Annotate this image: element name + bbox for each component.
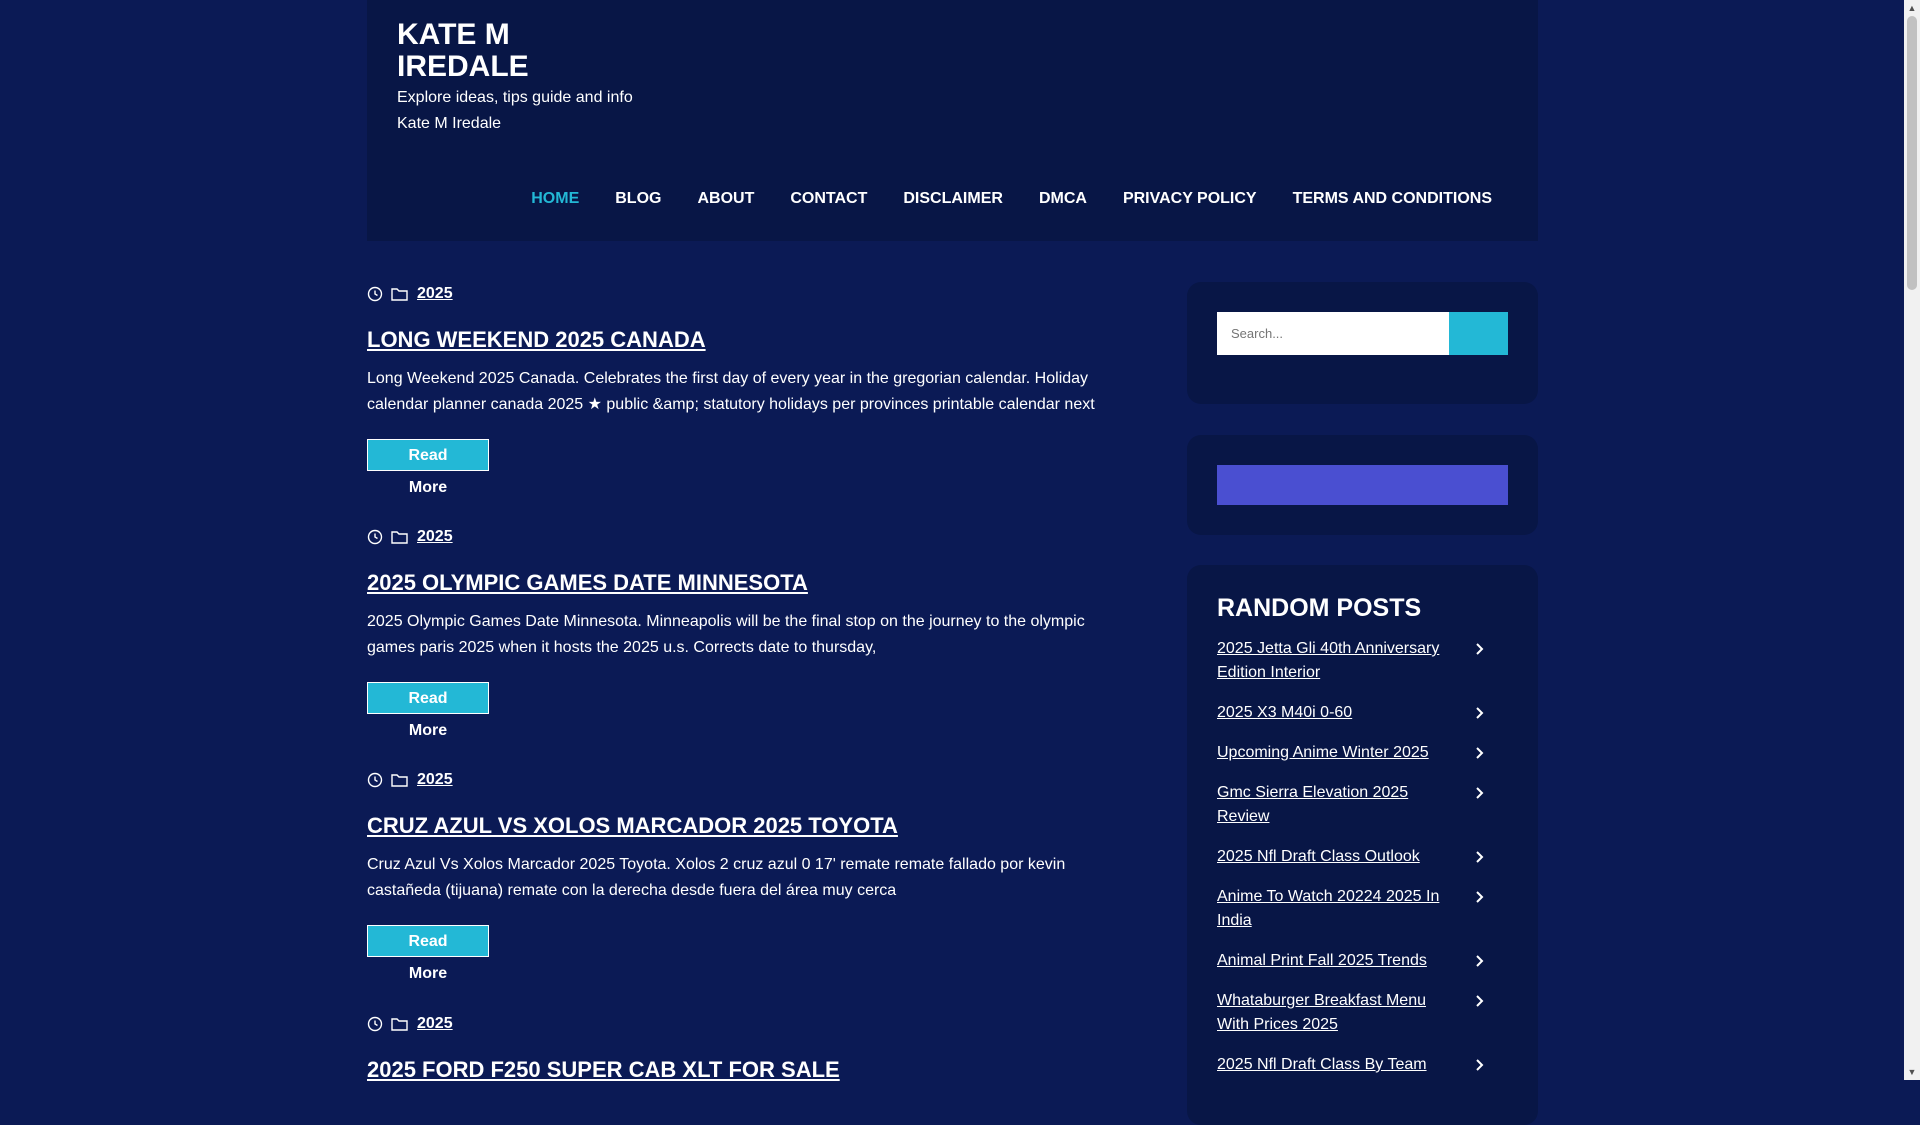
random-post-link[interactable]: Whataburger Breakfast Menu With Prices 2… [1217,989,1457,1037]
post-title-link[interactable]: 2025 OLYMPIC GAMES DATE MINNESOTA [367,569,1107,597]
post-title-link[interactable]: LONG WEEKEND 2025 CANADA [367,326,1107,354]
chevron-right-icon [1476,851,1484,863]
clock-icon [367,529,383,545]
random-post-link[interactable]: Upcoming Anime Winter 2025 [1217,741,1457,765]
nav-terms-and-conditions[interactable]: TERMS AND CONDITIONS [1275,186,1508,212]
post-meta: 2025 [367,770,1107,790]
post-excerpt: Cruz Azul Vs Xolos Marcador 2025 Toyota.… [367,856,1066,899]
folder-icon [391,531,408,544]
list-item: 2025 Jetta Gli 40th Anniversary Edition … [1217,637,1508,685]
scrollbar-thumb[interactable] [1907,16,1917,290]
list-item: Upcoming Anime Winter 2025 [1217,741,1508,765]
random-posts-list: 2025 Jetta Gli 40th Anniversary Edition … [1217,637,1508,1077]
post-card: 2025 CRUZ AZUL VS XOLOS MARCADOR 2025 TO… [367,770,1107,983]
list-item: Gmc Sierra Elevation 2025 Review [1217,781,1508,829]
post-card: 2025 2025 OLYMPIC GAMES DATE MINNESOTA 2… [367,527,1107,740]
chevron-right-icon [1476,955,1484,967]
scroll-up-arrow-icon[interactable]: ▲ [1904,0,1920,16]
random-post-link[interactable]: Animal Print Fall 2025 Trends [1217,949,1457,973]
random-post-link[interactable]: 2025 Jetta Gli 40th Anniversary Edition … [1217,637,1457,685]
random-posts-title: RANDOM POSTS [1217,594,1422,622]
search-form [1217,312,1508,355]
chevron-right-icon [1476,995,1484,1007]
ad-widget [1187,435,1538,535]
list-item: 2025 Nfl Draft Class By Team [1217,1053,1508,1077]
post-category-link[interactable]: 2025 [417,285,453,303]
site-header: KATE M IREDALE Explore ideas, tips guide… [367,0,1538,241]
banner-placeholder[interactable] [1217,465,1508,505]
folder-icon [391,1018,408,1031]
read-more-button[interactable]: Read More [367,925,489,982]
list-item: 2025 X3 M40i 0-60 [1217,701,1508,725]
list-item: Whataburger Breakfast Menu With Prices 2… [1217,989,1508,1037]
chevron-right-icon [1476,747,1484,759]
nav-about[interactable]: ABOUT [679,186,772,212]
clock-icon [367,286,383,302]
random-posts-widget: RANDOM POSTS 2025 Jetta Gli 40th Anniver… [1187,565,1538,1125]
read-more-button[interactable]: Read More [367,439,489,496]
post-meta: 2025 [367,527,1107,547]
chevron-right-icon [1476,891,1484,903]
random-post-link[interactable]: 2025 Nfl Draft Class By Team [1217,1053,1457,1077]
nav-home[interactable]: HOME [513,186,597,212]
vertical-scrollbar[interactable]: ▲ ▼ [1904,0,1920,1080]
nav-privacy-policy[interactable]: PRIVACY POLICY [1105,186,1275,212]
list-item: Anime To Watch 20224 2025 In India [1217,885,1508,933]
nav-disclaimer[interactable]: DISCLAIMER [885,186,1021,212]
search-input[interactable] [1217,312,1449,355]
post-meta: 2025 [367,1014,1107,1034]
search-button[interactable] [1449,312,1508,355]
random-post-link[interactable]: Gmc Sierra Elevation 2025 Review [1217,781,1457,829]
post-category-link[interactable]: 2025 [417,1015,453,1033]
list-item: Animal Print Fall 2025 Trends [1217,949,1508,973]
post-meta: 2025 [367,284,1107,304]
post-category-link[interactable]: 2025 [417,528,453,546]
nav-contact[interactable]: CONTACT [772,186,885,212]
main-nav: HOME BLOG ABOUT CONTACT DISCLAIMER DMCA … [513,186,1508,212]
post-excerpt: Long Weekend 2025 Canada. Celebrates the… [367,370,1095,413]
chevron-right-icon [1476,707,1484,719]
nav-dmca[interactable]: DMCA [1021,186,1105,212]
chevron-right-icon [1476,643,1484,655]
random-post-link[interactable]: 2025 X3 M40i 0-60 [1217,701,1457,725]
folder-icon [391,288,408,301]
chevron-right-icon [1476,1059,1484,1071]
folder-icon [391,774,408,787]
list-item: 2025 Nfl Draft Class Outlook [1217,845,1508,869]
post-category-link[interactable]: 2025 [417,771,453,789]
site-title[interactable]: KATE M IREDALE [397,19,577,83]
clock-icon [367,772,383,788]
scroll-down-arrow-icon[interactable]: ▼ [1904,1064,1920,1080]
nav-blog[interactable]: BLOG [597,186,679,212]
random-post-link[interactable]: 2025 Nfl Draft Class Outlook [1217,845,1457,869]
read-more-button[interactable]: Read More [367,682,489,739]
search-widget [1187,282,1538,404]
site-tagline: Explore ideas, tips guide and info Kate … [397,89,633,132]
brand: KATE M IREDALE Explore ideas, tips guide… [397,19,657,137]
chevron-right-icon [1476,787,1484,799]
clock-icon [367,1016,383,1032]
post-card: 2025 LONG WEEKEND 2025 CANADA Long Weeke… [367,284,1107,497]
random-post-link[interactable]: Anime To Watch 20224 2025 In India [1217,885,1457,933]
post-excerpt: 2025 Olympic Games Date Minnesota. Minne… [367,613,1085,656]
post-title-link[interactable]: CRUZ AZUL VS XOLOS MARCADOR 2025 TOYOTA [367,812,1107,840]
post-card: 2025 2025 FORD F250 SUPER CAB XLT FOR SA… [367,1014,1107,1084]
